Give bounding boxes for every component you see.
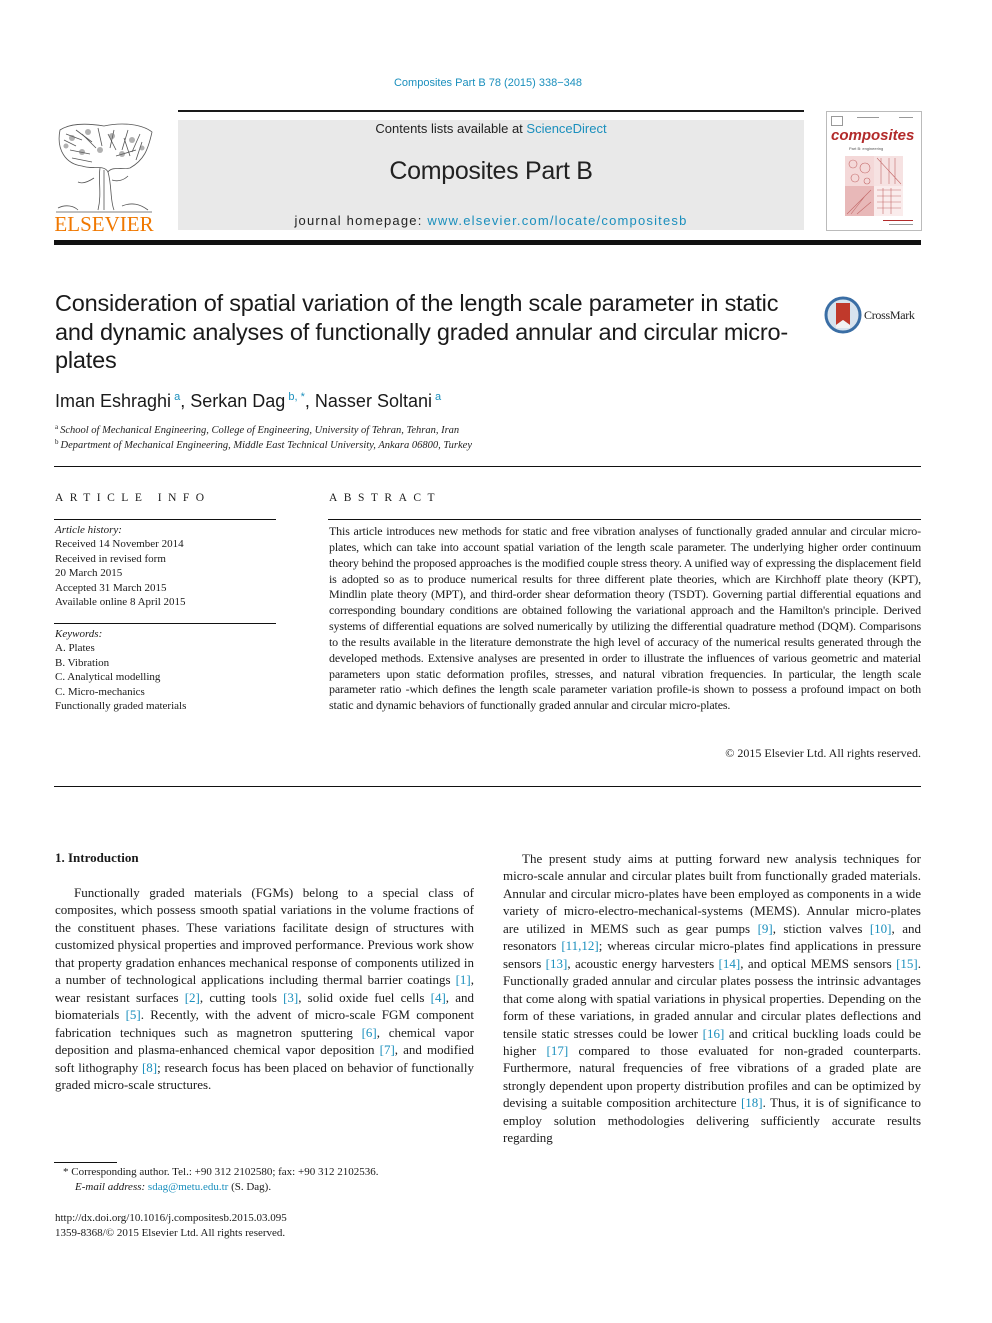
citation-reference-link[interactable]: [2] [185, 990, 200, 1005]
abstract-bottom-rule [54, 786, 921, 788]
paragraph-text: , acoustic energy harvesters [567, 955, 719, 971]
keyword-item: B. Vibration [55, 656, 110, 669]
affiliation-key: b [55, 438, 59, 446]
citation-reference-link[interactable]: [18] [741, 1095, 763, 1110]
history-item: 20 March 2015 [55, 567, 123, 580]
author-name[interactable]: Iman Eshraghi [55, 391, 171, 411]
cover-header-line [857, 117, 879, 118]
contents-prefix: Contents lists available at [375, 121, 527, 136]
citation-reference-link[interactable]: [8] [142, 1060, 157, 1075]
corresponding-author-footnote: * Corresponding author. Tel.: +90 312 21… [63, 1166, 379, 1178]
citation-reference-link[interactable]: [6] [362, 1025, 377, 1040]
crossmark-label: CrossMark [864, 308, 915, 322]
citation-reference-link[interactable]: [3] [283, 990, 298, 1005]
article-title: Consideration of spatial variation of th… [55, 290, 788, 373]
author-list: Iman Eshraghi a, Serkan Dag b, *, Nasser… [55, 391, 441, 412]
cover-footer-line [889, 224, 913, 225]
abstract-heading: ABSTRACT [329, 492, 442, 504]
email-footnote: E-mail address: sdag@metu.edu.tr (S. Dag… [75, 1181, 271, 1193]
affiliation: b Department of Mechanical Engineering, M… [55, 438, 472, 451]
citation-reference-link[interactable]: [15] [896, 956, 918, 971]
body-paragraph: Functionally graded materials (FGMs) bel… [55, 884, 474, 1093]
citation-reference-link[interactable]: [10] [870, 921, 892, 936]
journal-cover-thumbnail[interactable]: composites Part B: engineering [826, 111, 922, 231]
keyword-item: C. Micro-mechanics [55, 685, 145, 698]
crossmark-button[interactable]: CrossMark [824, 295, 924, 335]
article-info-rule [54, 623, 276, 625]
contents-availability: Contents lists available at ScienceDirec… [178, 121, 804, 136]
paragraph-text: , cutting tools [199, 989, 284, 1005]
abstract-rule [328, 519, 921, 521]
issn-copyright: 1359-8368/© 2015 Elsevier Ltd. All right… [55, 1227, 286, 1239]
author-separator: , [180, 391, 191, 411]
journal-masthead: Contents lists available at ScienceDirec… [178, 120, 804, 230]
citation-reference-link[interactable]: [16] [703, 1026, 725, 1041]
footnote-rule [54, 1162, 117, 1163]
author-affiliation-marker[interactable]: b, * [285, 391, 305, 403]
email-link[interactable]: sdag@metu.edu.tr [148, 1181, 228, 1193]
history-item: Accepted 31 March 2015 [55, 581, 167, 594]
paragraph-text: , stiction valves [772, 920, 870, 936]
header-bottom-rule [54, 240, 921, 245]
history-item: Available online 8 April 2015 [55, 596, 186, 609]
cover-artwork [845, 156, 903, 216]
author-name[interactable]: Nasser Soltani [315, 391, 432, 411]
paragraph-text: Functionally graded materials (FGMs) bel… [55, 885, 474, 988]
affiliation: a School of Mechanical Engineering, Colle… [55, 423, 459, 436]
citation-reference-link[interactable]: [5] [126, 1007, 141, 1022]
paragraph-text: , solid oxide fuel cells [298, 989, 431, 1005]
citation-reference-link[interactable]: [4] [431, 990, 446, 1005]
abstract-copyright: © 2015 Elsevier Ltd. All rights reserved… [725, 746, 921, 760]
header-top-rule [178, 110, 804, 112]
sciencedirect-link[interactable]: ScienceDirect [526, 121, 606, 136]
journal-title: Composites Part B [389, 157, 593, 185]
citation-reference-link[interactable]: [14] [719, 956, 741, 971]
history-item: Received 14 November 2014 [55, 538, 184, 551]
article-history: Article history: Received 14 November 20… [55, 523, 186, 609]
keywords: Keywords: A. Plates B. Vibration C. Anal… [55, 627, 186, 713]
keyword-item: A. Plates [55, 642, 95, 655]
journal-citation-link[interactable]: Composites Part B 78 (2015) 338−348 [0, 77, 976, 89]
citation-reference-link[interactable]: [13] [546, 956, 568, 971]
article-info-heading: ARTICLE INFO [55, 492, 211, 504]
keyword-item: Functionally graded materials [55, 700, 187, 713]
keywords-label: Keywords: [55, 628, 103, 640]
author-affiliation-marker[interactable]: a [171, 391, 180, 403]
citation-reference-link[interactable]: [9] [758, 921, 773, 936]
history-label: Article history: [55, 524, 122, 536]
journal-homepage: journal homepage: www.elsevier.com/locat… [178, 213, 804, 228]
article-info-rule [54, 519, 276, 521]
cover-footer-line [883, 220, 913, 221]
citation-reference-link[interactable]: [11,12] [561, 938, 598, 953]
cover-publisher-mark [831, 116, 843, 126]
abstract-text: This article introduces new methods for … [329, 524, 921, 713]
email-suffix: (S. Dag). [228, 1181, 272, 1193]
homepage-prefix: journal homepage: [294, 213, 428, 228]
title-section-rule [54, 466, 921, 468]
cover-subtitle: Part B: engineering [849, 146, 884, 151]
author-separator: , [304, 391, 315, 411]
email-label: E-mail address: [75, 1181, 148, 1193]
citation-reference-link[interactable]: [7] [380, 1042, 395, 1057]
elsevier-wordmark: ELSEVIER [54, 212, 154, 236]
cover-title: composites [831, 127, 915, 144]
crossmark-icon [824, 296, 862, 334]
keyword-item: C. Analytical modelling [55, 671, 161, 684]
citation-reference-link[interactable]: [17] [547, 1043, 569, 1058]
affiliation-text: School of Mechanical Engineering, Colleg… [60, 425, 460, 436]
affiliation-text: Department of Mechanical Engineering, Mi… [60, 440, 472, 451]
homepage-link[interactable]: www.elsevier.com/locate/compositesb [427, 213, 687, 228]
history-item: Received in revised form [55, 552, 166, 565]
cover-header-line [899, 117, 913, 118]
section-heading-introduction: 1. Introduction [55, 850, 139, 865]
author-name[interactable]: Serkan Dag [190, 391, 285, 411]
author-affiliation-marker[interactable]: a [432, 391, 441, 403]
paragraph-text: , and optical MEMS sensors [740, 955, 897, 971]
doi-link[interactable]: http://dx.doi.org/10.1016/j.compositesb.… [55, 1212, 287, 1224]
affiliation-key: a [55, 423, 59, 431]
body-paragraph: The present study aims at putting forwar… [503, 850, 921, 1147]
citation-reference-link[interactable]: [1] [456, 972, 471, 987]
